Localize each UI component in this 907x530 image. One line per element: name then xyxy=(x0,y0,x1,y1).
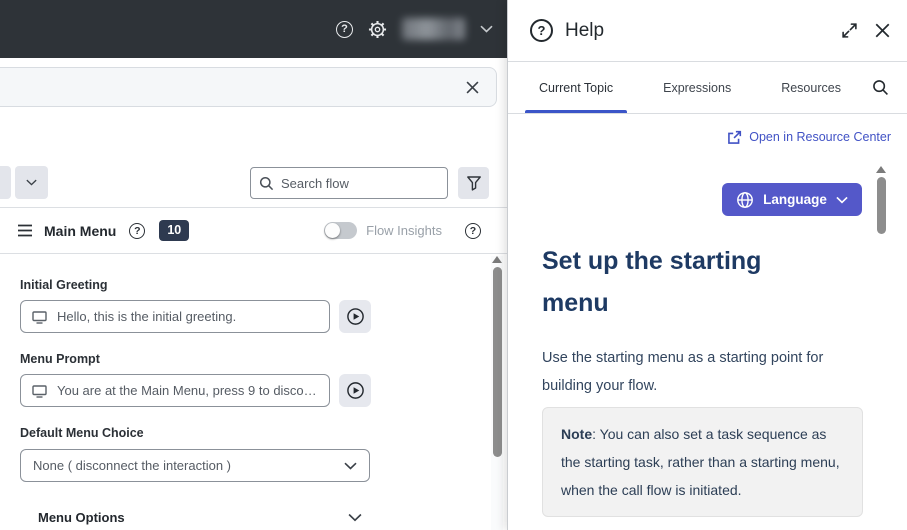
article-heading: Set up the starting menu xyxy=(542,240,827,324)
flow-insights-help-icon[interactable]: ? xyxy=(465,223,481,239)
scroll-up-arrow[interactable] xyxy=(876,166,886,173)
help-panel: ? Help Current Topic Expressions xyxy=(507,0,907,530)
resource-center-row: Open in Resource Center xyxy=(508,114,907,160)
help-scrollbar[interactable] xyxy=(875,166,887,286)
banner-close-icon[interactable] xyxy=(466,81,479,94)
note-label: Note xyxy=(561,426,592,442)
toolbar-button-partial[interactable] xyxy=(0,166,11,199)
tts-monitor-icon xyxy=(31,383,48,399)
menu-prompt-value: You are at the Main Menu, press 9 to dis… xyxy=(57,383,319,398)
menu-settings-form: Initial Greeting Hello, this is the init… xyxy=(0,254,507,530)
default-menu-choice-label: Default Menu Choice xyxy=(20,426,144,440)
gear-icon[interactable] xyxy=(368,20,387,39)
chevron-down-icon[interactable] xyxy=(480,20,493,38)
scrollbar-thumb[interactable] xyxy=(493,267,502,457)
language-button[interactable]: Language xyxy=(722,183,862,216)
initial-greeting-field[interactable]: Hello, this is the initial greeting. xyxy=(20,300,330,333)
tts-monitor-icon xyxy=(31,309,48,325)
menu-prompt-label: Menu Prompt xyxy=(20,352,100,366)
initial-greeting-label: Initial Greeting xyxy=(20,278,108,292)
flow-insights-label: Flow Insights xyxy=(366,223,442,238)
menu-count-badge: 10 xyxy=(159,220,189,241)
menu-options-label: Menu Options xyxy=(38,510,125,525)
flow-insights-toggle[interactable] xyxy=(324,222,357,239)
play-circle-icon xyxy=(346,381,365,400)
chevron-down-icon xyxy=(344,462,357,470)
chevron-down-icon xyxy=(836,196,848,204)
default-menu-choice-value: None ( disconnect the interaction ) xyxy=(33,458,231,473)
play-greeting-button[interactable] xyxy=(339,300,371,333)
search-icon xyxy=(259,176,274,191)
tab-expressions[interactable]: Expressions xyxy=(649,62,745,113)
search-input[interactable] xyxy=(281,176,439,191)
help-icon: ? xyxy=(530,19,553,42)
notification-banner xyxy=(0,67,497,107)
close-panel-icon[interactable] xyxy=(875,23,890,38)
tab-resources[interactable]: Resources xyxy=(767,62,855,113)
scroll-up-arrow[interactable] xyxy=(492,256,502,263)
play-circle-icon xyxy=(346,307,365,326)
flow-editor-pane: ? xyxy=(0,0,507,530)
help-icon[interactable]: ? xyxy=(336,21,353,38)
menu-options-section[interactable]: Menu Options xyxy=(20,505,370,529)
funnel-icon xyxy=(466,175,482,191)
globe-icon xyxy=(736,191,754,209)
help-panel-title: Help xyxy=(565,20,604,42)
open-resource-center-link[interactable]: Open in Resource Center xyxy=(727,130,891,145)
note-box: Note: You can also set a task sequence a… xyxy=(542,407,863,517)
menu-header-row: Main Menu ? 10 Flow Insights ? xyxy=(0,208,507,253)
play-menu-prompt-button[interactable] xyxy=(339,374,371,407)
filter-button[interactable] xyxy=(458,167,489,199)
chevron-down-icon xyxy=(348,513,362,522)
article-intro: Use the starting menu as a starting poin… xyxy=(542,344,849,400)
menu-title: Main Menu xyxy=(44,223,116,239)
architect-app: ? xyxy=(0,0,907,530)
flow-search-box xyxy=(250,167,448,199)
flow-toolbar xyxy=(0,163,507,203)
help-header: ? Help xyxy=(508,0,907,62)
scrollbar-thumb[interactable] xyxy=(877,177,886,234)
external-link-icon xyxy=(727,130,742,145)
tab-current-topic[interactable]: Current Topic xyxy=(525,62,627,113)
toolbar-dropdown-button[interactable] xyxy=(15,166,48,199)
help-tabs: Current Topic Expressions Resources xyxy=(508,62,907,114)
initial-greeting-value: Hello, this is the initial greeting. xyxy=(57,309,236,324)
help-search-icon[interactable] xyxy=(872,62,889,113)
flow-panel-scrollbar[interactable] xyxy=(491,256,503,530)
help-article: Language Set up the starting menu Use th… xyxy=(508,160,907,530)
default-menu-choice-select[interactable]: None ( disconnect the interaction ) xyxy=(20,449,370,482)
user-menu[interactable] xyxy=(402,18,465,40)
note-text: : You can also set a task sequence as th… xyxy=(561,426,840,498)
menu-drag-handle-icon[interactable] xyxy=(17,224,33,237)
top-navigation-bar: ? xyxy=(0,0,507,58)
menu-prompt-field[interactable]: You are at the Main Menu, press 9 to dis… xyxy=(20,374,330,407)
expand-panel-icon[interactable] xyxy=(841,22,858,39)
menu-help-icon[interactable]: ? xyxy=(129,223,145,239)
